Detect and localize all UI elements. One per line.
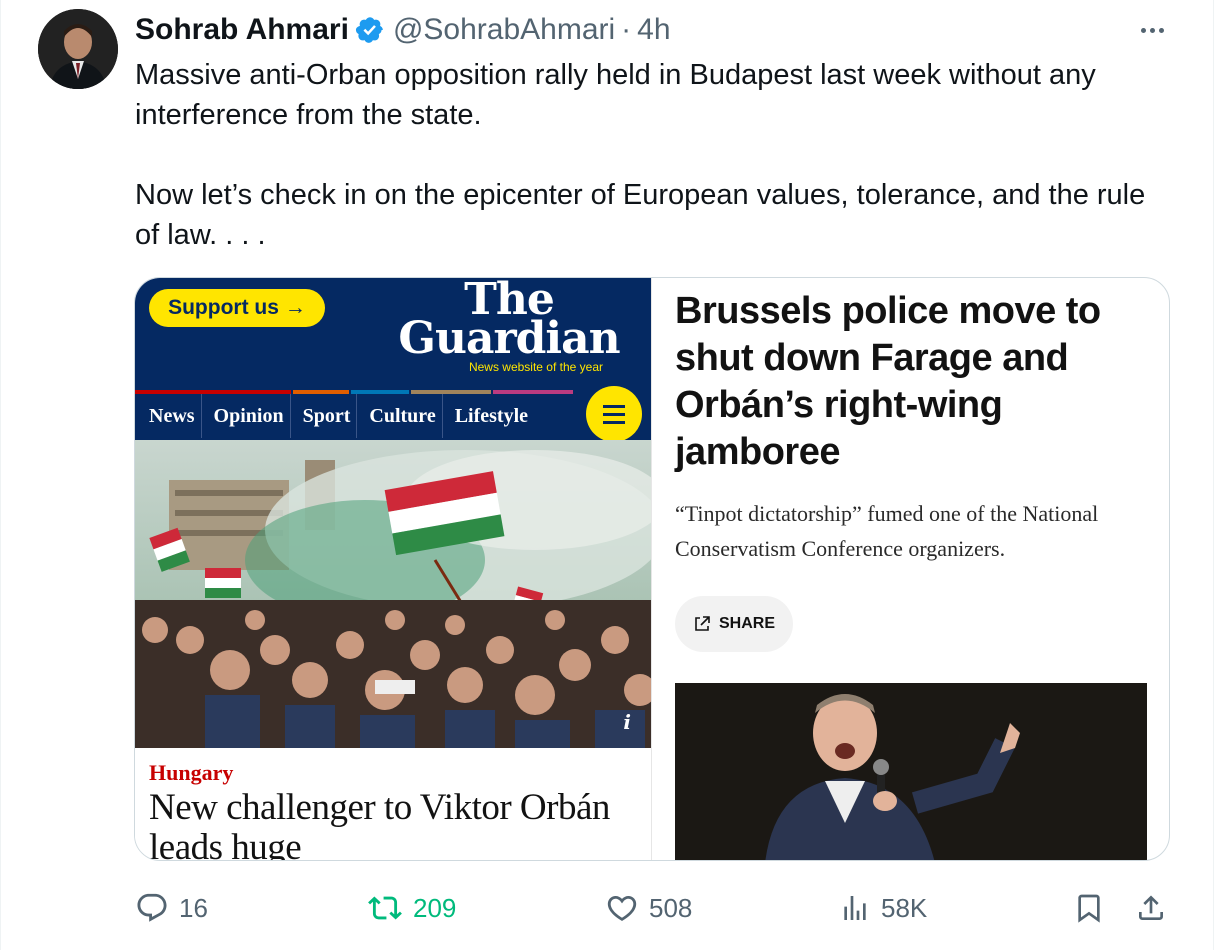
share-button: SHARE — [675, 596, 793, 652]
heart-icon — [607, 895, 637, 921]
article-headline-left: New challenger to Viktor Orbán leads hug… — [149, 787, 610, 861]
views-count: 58K — [881, 892, 928, 923]
nav-sport: Sport — [291, 394, 358, 438]
reply-button[interactable]: 16 — [135, 890, 208, 926]
farage-photo — [675, 683, 1147, 860]
tweet-paragraph: Now let’s check in on the epicenter of E… — [135, 179, 1146, 251]
tweet-actions: 16 209 508 58K — [1, 884, 1214, 932]
card-divider — [651, 278, 652, 860]
rally-photo: i — [135, 440, 651, 748]
media-card[interactable]: Support us → The Guardian News website o… — [134, 277, 1170, 861]
hamburger-menu-icon — [586, 386, 642, 442]
article-kicker: Hungary — [149, 760, 234, 785]
retweet-icon — [368, 896, 402, 920]
like-count: 508 — [649, 892, 693, 923]
views-button[interactable]: 58K — [839, 890, 927, 926]
more-options-icon[interactable] — [1134, 18, 1170, 42]
tweet-header: Sohrab Ahmari @SohrabAhmari · 4h — [135, 12, 671, 48]
nav-opinion: Opinion — [202, 394, 291, 438]
nav-culture: Culture — [357, 394, 443, 438]
photo-info-icon: i — [623, 710, 631, 734]
tweet-paragraph: Massive anti-Orban opposition rally held… — [135, 59, 1096, 131]
nav-lifestyle: Lifestyle — [454, 404, 529, 427]
support-us-button: Support us → — [149, 289, 325, 327]
external-share-icon — [695, 616, 710, 631]
bookmark-button[interactable] — [1073, 890, 1105, 926]
guardian-header: Support us → The Guardian News website o… — [135, 278, 651, 442]
reply-count: 16 — [179, 892, 208, 923]
separator-dot: · — [621, 13, 632, 46]
nav-news: News — [135, 394, 202, 438]
article-standfirst: “Tinpot dictatorship” fumed one of the N… — [675, 501, 1099, 561]
arrow-right-icon: → — [284, 296, 306, 319]
tweet: Sohrab Ahmari @SohrabAhmari · 4h Massive… — [0, 0, 1214, 950]
avatar[interactable] — [38, 9, 118, 89]
views-chart-icon — [844, 896, 866, 920]
retweet-count: 209 — [413, 892, 457, 923]
author-handle[interactable]: @SohrabAhmari — [393, 13, 615, 47]
guardian-nav: News Opinion Sport Culture Lifestyle — [135, 394, 651, 438]
tweet-text: Massive anti-Orban opposition rally held… — [135, 55, 1175, 255]
logo-line-2: Guardian — [398, 313, 620, 364]
article-headline-right: Brussels police move to shut down Farage… — [675, 290, 1101, 473]
author-name[interactable]: Sohrab Ahmari — [135, 13, 349, 47]
timestamp[interactable]: 4h — [637, 13, 670, 47]
share-upload-icon — [1139, 895, 1163, 920]
like-button[interactable]: 508 — [605, 890, 692, 926]
guardian-logo: The Guardian News website of the year — [393, 278, 625, 374]
reply-icon — [137, 893, 167, 922]
bookmark-icon — [1078, 894, 1100, 923]
retweet-button[interactable]: 209 — [367, 890, 456, 926]
guardian-screenshot: Support us → The Guardian News website o… — [135, 278, 651, 861]
verified-badge-icon — [355, 15, 385, 45]
support-label: Support us — [168, 296, 279, 319]
share-label: SHARE — [718, 615, 775, 632]
share-tweet-button[interactable] — [1135, 890, 1167, 926]
